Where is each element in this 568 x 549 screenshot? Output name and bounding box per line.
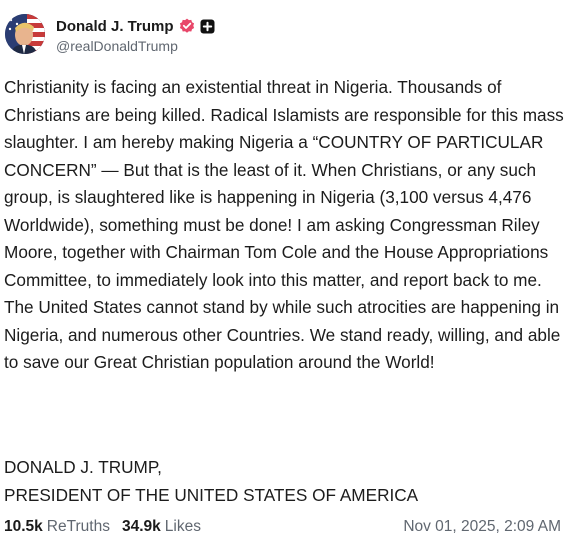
post-timestamp[interactable]: Nov 01, 2025, 2:09 AM — [403, 518, 561, 536]
post-stats: 10.5k ReTruths 34.9k Likes — [4, 518, 201, 536]
retruths-count: 10.5k — [4, 518, 43, 535]
truth-post: Donald J. Trump @realDonaldTrump Christi… — [0, 0, 568, 549]
verified-badge-icon — [179, 18, 195, 34]
post-signature: DONALD J. TRUMP, PRESIDENT OF THE UNITED… — [4, 457, 419, 505]
post-body: Christianity is facing an existential th… — [4, 77, 564, 372]
likes-label: Likes — [164, 518, 201, 535]
retruths-label: ReTruths — [46, 518, 110, 535]
user-avatar-icon — [5, 14, 45, 54]
likes-stat[interactable]: 34.9k Likes — [122, 518, 201, 536]
plus-badge-icon — [200, 19, 215, 34]
likes-count: 34.9k — [121, 518, 161, 535]
retruths-stat[interactable]: 10.5k ReTruths — [4, 518, 110, 536]
avatar[interactable] — [5, 14, 45, 54]
author-name-row: Donald J. Trump — [56, 15, 215, 37]
author-handle[interactable]: @realDonaldTrump — [56, 38, 178, 54]
author-display-name[interactable]: Donald J. Trump — [56, 18, 174, 35]
